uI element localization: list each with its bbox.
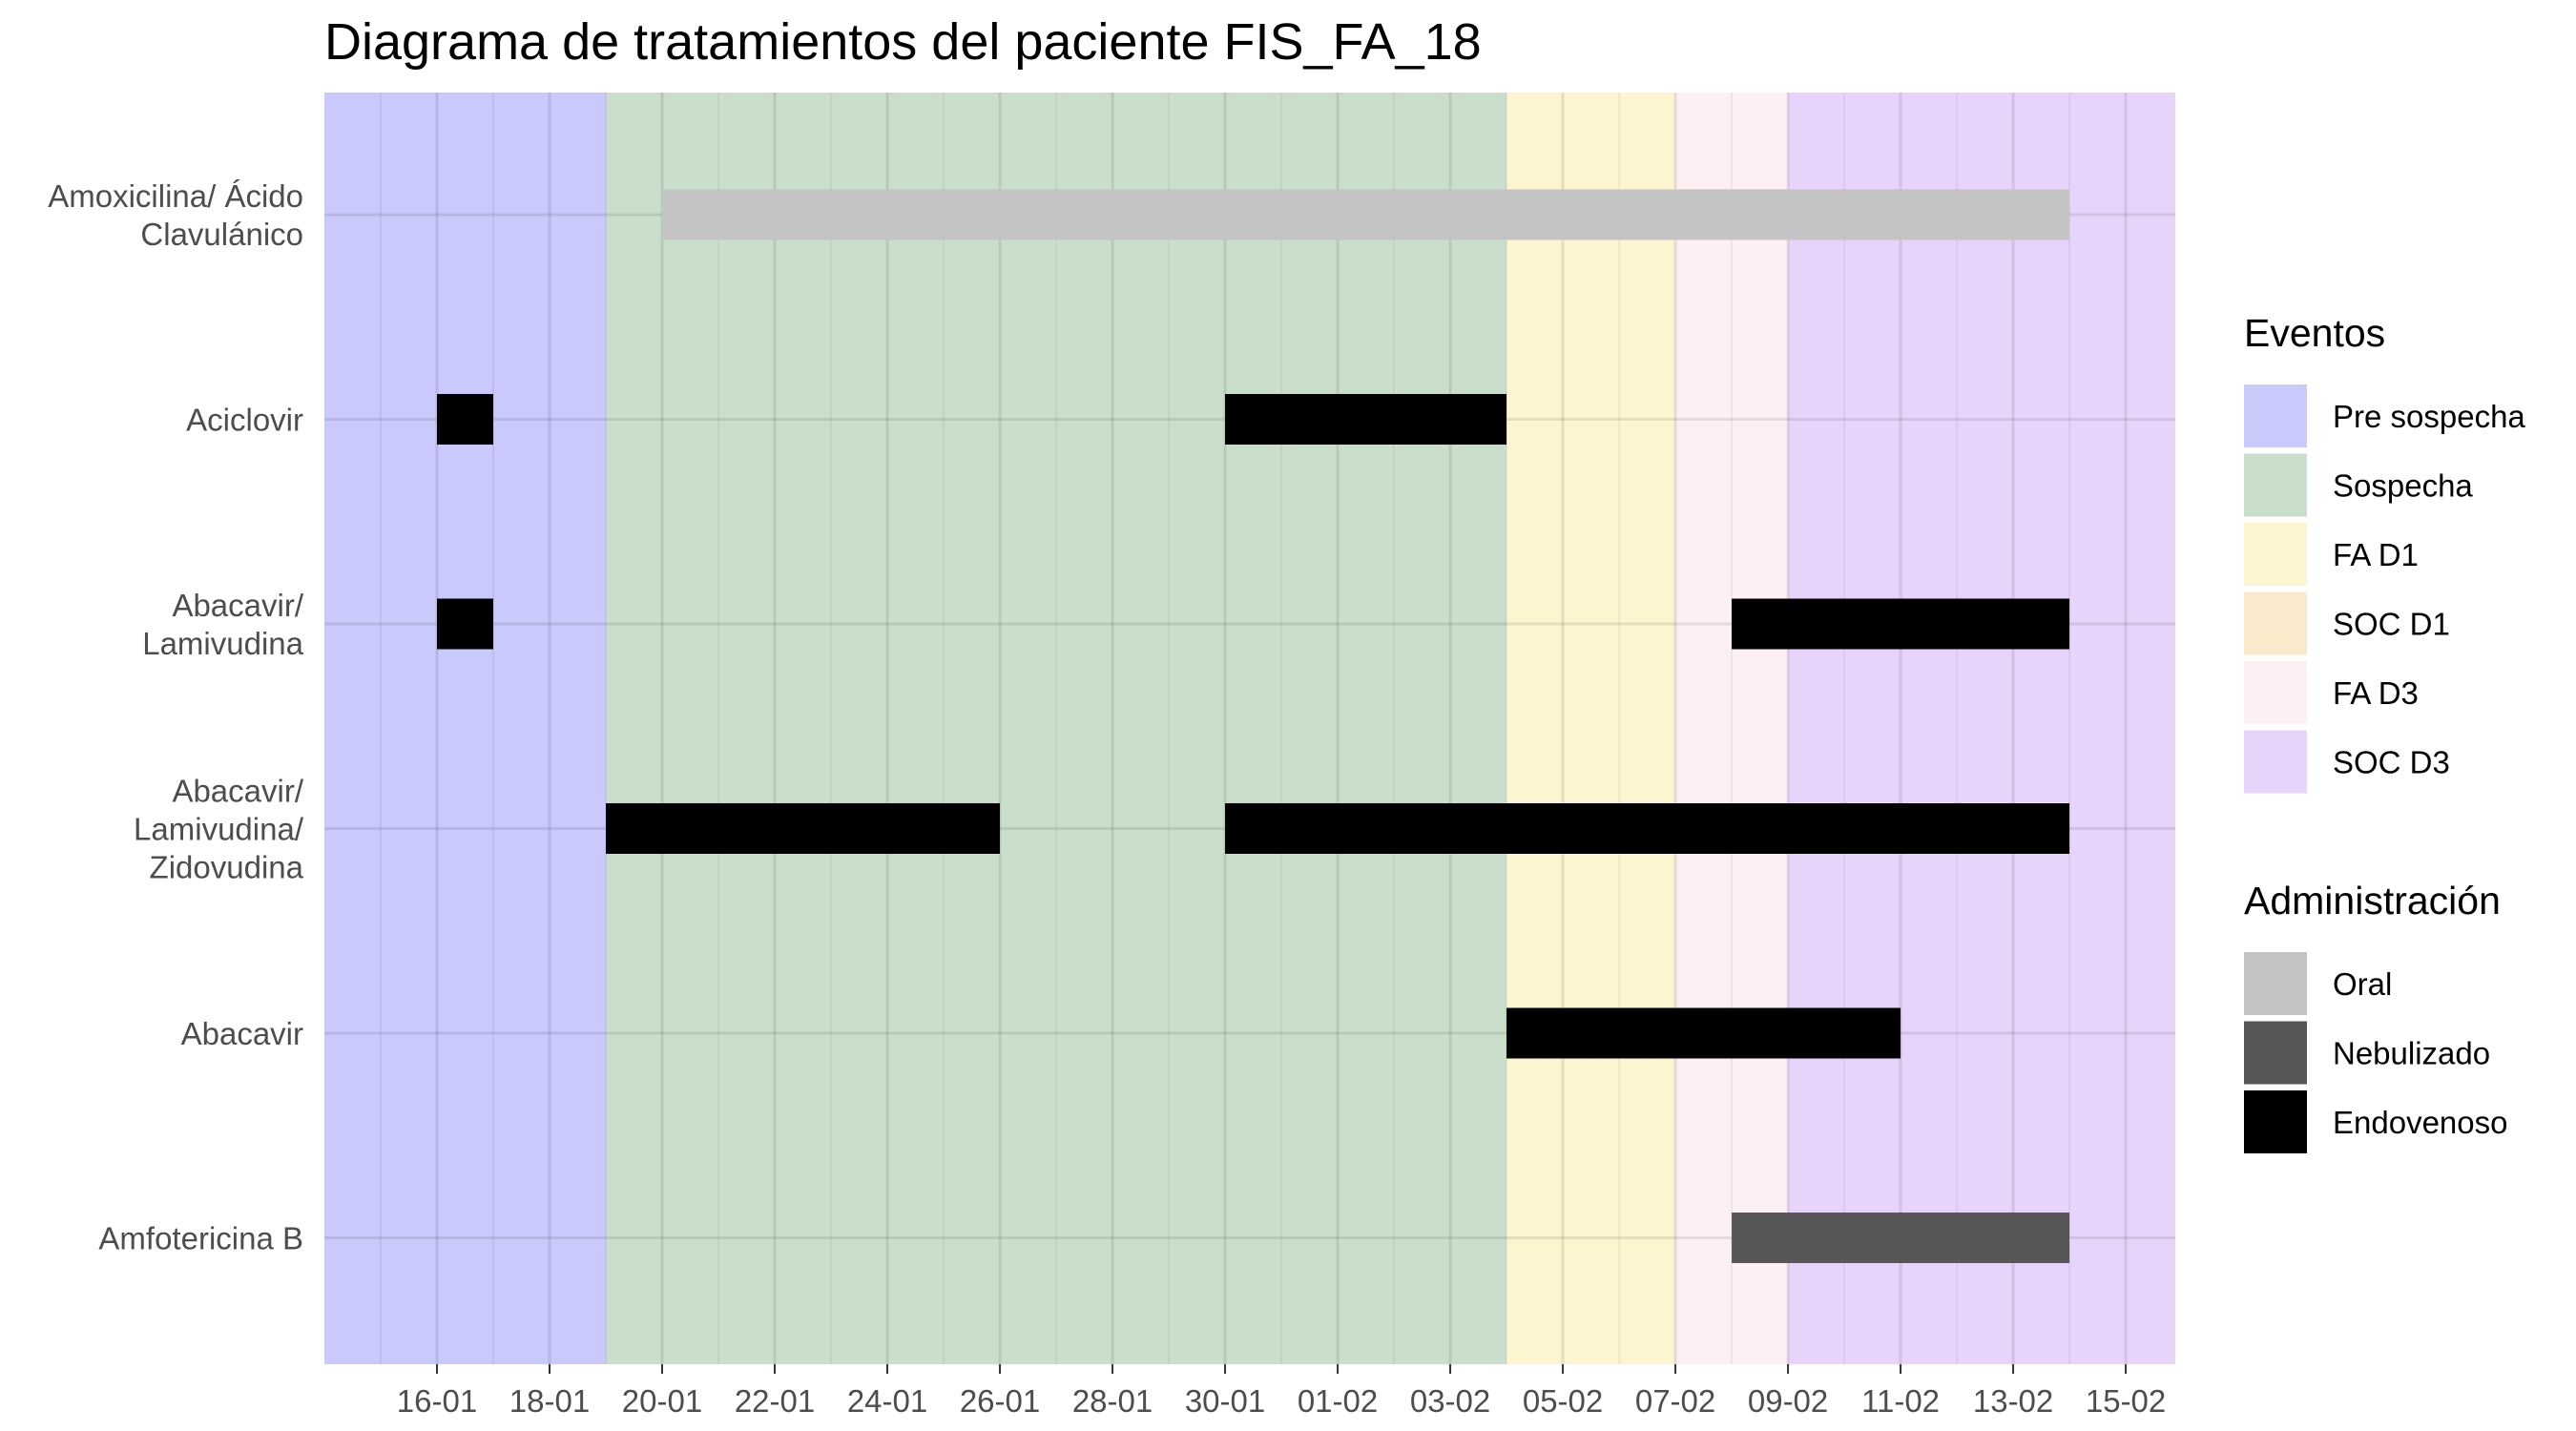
x-tick-label-5: 26-01 [960, 1383, 1040, 1419]
x-axis: 16-01 18-01 20-01 22-01 24-01 26-01 28-01 30-01… [397, 1364, 2166, 1419]
legend-events: Eventos Pre sospecha Sospecha FA D1 SOC D1 FA… [2244, 311, 2525, 794]
legend-events-label-5: SOC D3 [2333, 745, 2450, 780]
y-axis: Amoxicilina/ Ácido Clavulánico Aciclovir Ab… [48, 178, 304, 1256]
x-tick-label-7: 30-01 [1185, 1383, 1265, 1419]
period-band-2 [1506, 93, 1676, 1364]
y-tick-label-aciclovir: Aciclovir [186, 403, 303, 438]
legend-events-swatch-5 [2244, 730, 2307, 794]
treatment-bar-abacavir_lami_zido-6 [1225, 803, 2070, 854]
treatment-bar-anfo-8 [1732, 1213, 2070, 1263]
y-tick-label-abacavir: Abacavir [181, 1016, 303, 1051]
legend-admin-label-0: Oral [2333, 966, 2392, 1002]
legend-admin-label-1: Nebulizado [2333, 1036, 2490, 1071]
legend-events-label-1: Sospecha [2333, 468, 2473, 504]
legend-admin-swatch-2 [2244, 1090, 2307, 1153]
treatment-bar-aciclovir-2 [1225, 394, 1507, 445]
period-backgrounds [324, 93, 2175, 1364]
treatment-bar-aciclovir-1 [437, 394, 494, 445]
x-tick-label-6: 28-01 [1072, 1383, 1153, 1419]
treatment-bar-abacavir_lami-3 [437, 598, 494, 650]
chart-title: Diagrama de tratamientos del paciente FI… [324, 13, 1482, 71]
legend-events-label-0: Pre sospecha [2333, 399, 2525, 434]
legend-admin-swatch-1 [2244, 1021, 2307, 1085]
legend-events-label-3: SOC D1 [2333, 607, 2450, 642]
x-tick-label-11: 07-02 [1635, 1383, 1715, 1419]
legend-events-label-2: FA D1 [2333, 537, 2419, 572]
x-tick-label-15: 15-02 [2086, 1383, 2166, 1419]
legend-administration: Administración Oral Nebulizado Endovenoso [2244, 879, 2507, 1153]
legend-events-title: Eventos [2244, 311, 2385, 355]
x-tick-label-14: 13-02 [1973, 1383, 2053, 1419]
y-tick-label-abacavir_lami: Abacavir/Lamivudina [142, 588, 304, 661]
legend-admin-swatch-0 [2244, 952, 2307, 1015]
x-tick-label-1: 18-01 [509, 1383, 590, 1419]
period-band-5 [1788, 93, 2175, 1364]
x-tick-label-0: 16-01 [397, 1383, 477, 1419]
y-tick-label-anfo: Amfotericina B [98, 1221, 303, 1256]
treatment-bar-abacavir-7 [1506, 1007, 1901, 1059]
legend-events-swatch-2 [2244, 523, 2307, 586]
legend-admin-title: Administración [2244, 879, 2501, 923]
legend-events-swatch-4 [2244, 661, 2307, 724]
legend-events-swatch-1 [2244, 453, 2307, 517]
legend-admin-label-2: Endovenoso [2333, 1105, 2507, 1140]
x-tick-label-8: 01-02 [1298, 1383, 1378, 1419]
x-tick-label-13: 11-02 [1861, 1383, 1940, 1419]
x-tick-label-12: 09-02 [1748, 1383, 1828, 1419]
y-tick-label-abacavir_lami_zido: Abacavir/Lamivudina/Zidovudina [134, 774, 304, 885]
x-tick-label-9: 03-02 [1410, 1383, 1490, 1419]
x-tick-label-2: 20-01 [622, 1383, 702, 1419]
treatment-bar-abacavir_lami-4 [1732, 598, 2070, 650]
x-tick-label-4: 24-01 [847, 1383, 927, 1419]
treatment-bar-amox-0 [662, 189, 2070, 240]
legend-events-swatch-0 [2244, 384, 2307, 447]
treatment-bar-abacavir_lami_zido-5 [606, 803, 1001, 854]
y-tick-label-amox: Amoxicilina/ Ácido Clavulánico [48, 178, 303, 252]
legend-events-label-4: FA D3 [2333, 675, 2419, 711]
treatment-gantt-chart: Diagrama de tratamientos del paciente FI… [48, 13, 2525, 1419]
x-tick-label-3: 22-01 [735, 1383, 815, 1419]
x-tick-label-10: 05-02 [1523, 1383, 1603, 1419]
period-band-0 [324, 93, 607, 1364]
legend-events-swatch-3 [2244, 591, 2307, 655]
